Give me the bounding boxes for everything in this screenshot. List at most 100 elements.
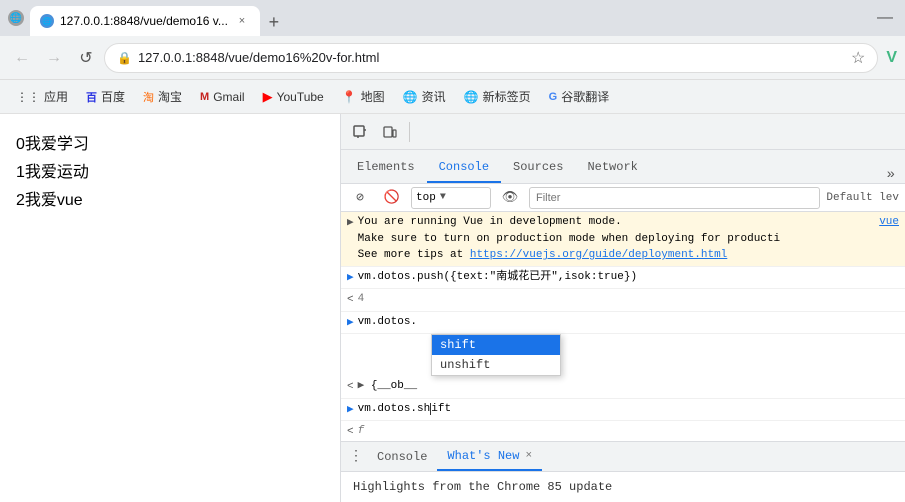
reload-button[interactable]: ↺ <box>72 44 100 72</box>
stop-recording-button[interactable]: 🚫 <box>379 185 405 211</box>
bookmark-news[interactable]: 🌐 资讯 <box>395 85 454 109</box>
new-tab-button[interactable]: + <box>260 8 288 36</box>
bookmark-maps[interactable]: 📍 地图 <box>334 85 393 109</box>
bookmark-maps-label: 地图 <box>361 88 385 105</box>
tab-close-button[interactable]: × <box>234 13 250 29</box>
tab-favicon: 🌐 <box>8 10 24 26</box>
bookmark-apps-label: 应用 <box>44 88 68 105</box>
tab-console[interactable]: Console <box>427 153 501 183</box>
eye-button[interactable]: 👁 <box>497 185 523 211</box>
title-bar: 🌐 🌐 127.0.0.1:8848/vue/demo16 v... × + — <box>0 0 905 36</box>
autocomplete-unshift[interactable]: unshift <box>432 355 560 375</box>
maps-icon: 📍 <box>342 90 357 104</box>
bookmark-news-label: 资讯 <box>422 88 446 105</box>
tab-title: 127.0.0.1:8848/vue/demo16 v... <box>60 14 228 28</box>
bottom-whats-new-label: What's New <box>447 449 519 463</box>
item-2-prefix: 2 <box>16 192 25 209</box>
bookmark-baidu-label: 百度 <box>101 88 125 105</box>
push-text: vm.dotos.push({text:"南城花已开",isok:true}) <box>358 269 899 286</box>
bottom-tab-whats-new[interactable]: What's New × <box>437 443 542 471</box>
newtab-bookmark-icon: 🌐 <box>464 90 479 104</box>
console-input-shift: ▶ vm.dotos.shift <box>341 399 905 422</box>
bookmark-apps[interactable]: ⋮⋮ 应用 <box>8 85 76 109</box>
gmail-icon: M <box>200 91 209 103</box>
warning-source[interactable]: vue <box>879 214 899 231</box>
inspect-element-button[interactable] <box>347 119 373 145</box>
bookmark-baidu[interactable]: 百 百度 <box>78 85 133 109</box>
bookmark-gmail-label: Gmail <box>213 90 244 104</box>
youtube-icon: ▶ <box>263 89 273 105</box>
bookmark-newtab[interactable]: 🌐 新标签页 <box>456 85 539 109</box>
item-1-text: 我爱运动 <box>25 164 89 181</box>
page-list: 0我爱学习 1我爱运动 2我爱vue <box>16 130 324 210</box>
tab-sources[interactable]: Sources <box>501 153 575 183</box>
expand-ob-arrow[interactable]: < <box>347 378 354 396</box>
bookmark-taobao[interactable]: 淘 淘宝 <box>135 85 190 109</box>
bookmark-translate-label: 谷歌翻译 <box>561 88 609 105</box>
execution-context-select[interactable]: top ▼ <box>411 187 491 209</box>
active-tab[interactable]: 🌐 127.0.0.1:8848/vue/demo16 v... × <box>30 6 260 36</box>
bookmark-taobao-label: 淘宝 <box>158 88 182 105</box>
minimize-button[interactable]: — <box>873 5 897 31</box>
bookmark-gmail[interactable]: M Gmail <box>192 85 253 109</box>
item-1-prefix: 1 <box>16 164 25 181</box>
tab-bar: 🌐 127.0.0.1:8848/vue/demo16 v... × + <box>30 0 867 36</box>
bookmark-youtube[interactable]: ▶ YouTube <box>255 85 332 109</box>
forward-button[interactable]: → <box>40 44 68 72</box>
baidu-icon: 百 <box>86 89 97 105</box>
console-output: ▶ You are running Vue in development mod… <box>341 212 905 441</box>
tab-elements[interactable]: Elements <box>345 153 427 183</box>
expand-ob-text: ▶ {__ob__ <box>358 378 899 395</box>
bottom-console-label: Console <box>377 450 427 464</box>
warning-arrow[interactable]: ▶ <box>347 214 354 232</box>
list-item-2: 2我爱vue <box>16 186 324 210</box>
deployment-link[interactable]: https://vuejs.org/guide/deployment.html <box>470 249 727 261</box>
devtools-toolbar <box>341 114 905 150</box>
console-expand-ob: < ▶ {__ob__ <box>341 376 905 399</box>
back-button[interactable]: ← <box>8 44 36 72</box>
bookmarks-bar: ⋮⋮ 应用 百 百度 淘 淘宝 M Gmail ▶ YouTube 📍 地图 🌐… <box>0 80 905 114</box>
address-bar[interactable]: 🔒 127.0.0.1:8848/vue/demo16%20v-for.html… <box>104 43 878 73</box>
more-tabs-button[interactable]: » <box>881 167 901 183</box>
tab-favicon-icon: 🌐 <box>40 14 54 28</box>
dotos-text: vm.dotos. <box>358 314 899 331</box>
bookmark-translate[interactable]: G 谷歌翻译 <box>541 85 618 109</box>
translate-icon: G <box>549 91 558 103</box>
whats-new-close-button[interactable]: × <box>525 450 532 462</box>
warning-text: You are running Vue in development mode.… <box>358 214 880 264</box>
autocomplete-popup: shift unshift <box>431 334 561 376</box>
apps-icon: ⋮⋮ <box>16 90 40 104</box>
item-2-text: 我爱vue <box>25 192 83 209</box>
result-4-arrow: < <box>347 291 354 309</box>
devtools-bottom-tabs: ⋮ Console What's New × <box>341 441 905 471</box>
whats-new-panel: Highlights from the Chrome 85 update <box>341 471 905 502</box>
console-toolbar: ⊘ 🚫 top ▼ 👁 Default lev <box>341 184 905 212</box>
result-4-text: 4 <box>358 291 899 308</box>
tab-network[interactable]: Network <box>575 153 649 183</box>
clear-console-button[interactable]: ⊘ <box>347 185 373 211</box>
autocomplete-shift[interactable]: shift <box>432 335 560 355</box>
item-0-text: 我爱学习 <box>25 136 89 153</box>
execution-context-arrow: ▼ <box>440 192 446 203</box>
devtools-panel: Elements Console Sources Network » ⊘ 🚫 t… <box>340 114 905 502</box>
vuejs-extension-icon[interactable]: V <box>886 49 897 67</box>
shift-arrow: ▶ <box>347 401 354 419</box>
list-item-0: 0我爱学习 <box>16 130 324 154</box>
bottom-tab-console[interactable]: Console <box>367 443 437 471</box>
responsive-design-button[interactable] <box>377 119 403 145</box>
dotos-arrow: ▶ <box>347 314 354 332</box>
console-warning-msg: ▶ You are running Vue in development mod… <box>341 212 905 267</box>
bookmark-newtab-label: 新标签页 <box>483 88 531 105</box>
devtools-tabs: Elements Console Sources Network » <box>341 150 905 184</box>
execution-context-label: top <box>416 192 436 204</box>
bookmark-star-icon[interactable]: ☆ <box>851 48 865 68</box>
address-url: 127.0.0.1:8848/vue/demo16%20v-for.html <box>138 50 845 65</box>
push-arrow: ▶ <box>347 269 354 287</box>
filter-input[interactable] <box>529 187 820 209</box>
nav-bar: ← → ↺ 🔒 127.0.0.1:8848/vue/demo16%20v-fo… <box>0 36 905 80</box>
console-input-dotos: ▶ vm.dotos. <box>341 312 905 335</box>
console-input-push: ▶ vm.dotos.push({text:"南城花已开",isok:true}… <box>341 267 905 290</box>
taobao-icon: 淘 <box>143 89 154 105</box>
expand-ob-triangle[interactable]: ▶ <box>358 380 365 392</box>
bottom-menu-icon[interactable]: ⋮ <box>345 448 367 465</box>
